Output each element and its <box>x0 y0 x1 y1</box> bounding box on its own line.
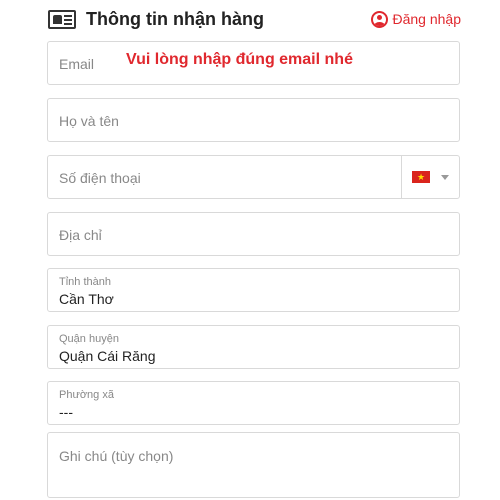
address-field[interactable]: Địa chỉ <box>47 212 460 256</box>
user-circle-icon <box>371 10 389 28</box>
login-link[interactable]: Đăng nhập <box>371 10 461 28</box>
phone-placeholder: Số điện thoại <box>59 170 141 186</box>
shipping-info-header: Thông tin nhận hàng Đăng nhập <box>48 6 461 32</box>
phone-field[interactable]: Số điện thoại ★ <box>47 155 460 199</box>
district-value: Quận Cái Răng <box>59 348 156 364</box>
ward-select[interactable]: Phường xã --- <box>47 381 460 425</box>
fullname-field[interactable]: Họ và tên <box>47 98 460 142</box>
district-select[interactable]: Quận huyện Quận Cái Răng <box>47 325 460 369</box>
province-select[interactable]: Tỉnh thành Cần Thơ <box>47 268 460 312</box>
page-title: Thông tin nhận hàng <box>86 8 264 29</box>
province-value: Cần Thơ <box>59 291 114 307</box>
email-field[interactable]: Email Vui lòng nhập đúng email nhé <box>47 41 460 85</box>
id-card-icon <box>48 9 76 29</box>
note-textarea[interactable]: Ghi chú (tùy chọn) <box>47 432 460 498</box>
email-error-message: Vui lòng nhập đúng email nhé <box>126 51 353 68</box>
district-label: Quận huyện <box>59 333 119 345</box>
ward-label: Phường xã <box>59 389 114 401</box>
login-label: Đăng nhập <box>392 11 461 27</box>
chevron-down-icon <box>441 174 449 180</box>
note-placeholder: Ghi chú (tùy chọn) <box>59 448 174 464</box>
fullname-placeholder: Họ và tên <box>59 113 119 129</box>
address-placeholder: Địa chỉ <box>59 227 102 243</box>
country-code-select[interactable]: ★ <box>401 156 459 198</box>
email-placeholder: Email <box>59 56 95 72</box>
ward-value: --- <box>59 404 73 420</box>
vietnam-flag-icon: ★ <box>412 171 430 183</box>
province-label: Tỉnh thành <box>59 276 111 288</box>
